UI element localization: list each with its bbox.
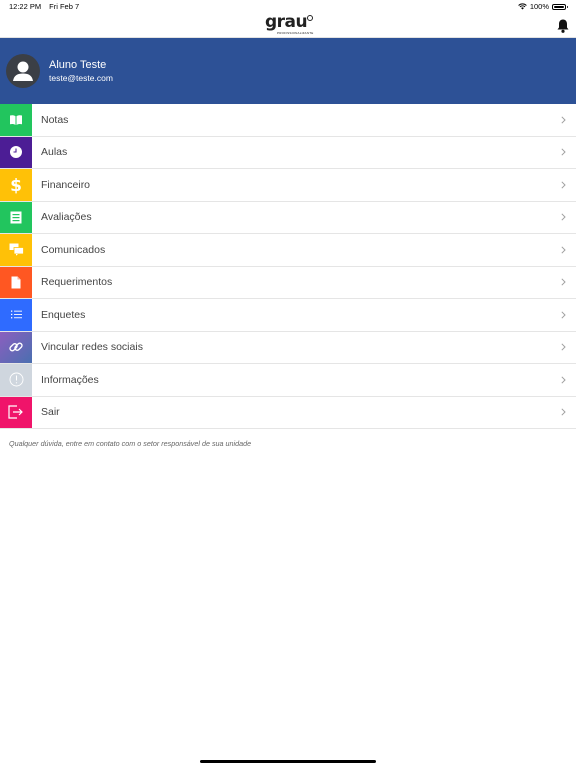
menu-item-sair[interactable]: Sair bbox=[0, 396, 576, 429]
menu-icon-bg bbox=[0, 136, 32, 168]
chevron-right-icon bbox=[561, 116, 566, 124]
menu-icon-bg bbox=[0, 299, 32, 331]
menu-label: Financeiro bbox=[41, 178, 91, 191]
chevron-right-icon bbox=[561, 343, 566, 351]
battery-icon bbox=[552, 3, 568, 10]
logo-text: grau bbox=[265, 12, 308, 32]
menu-item-enquetes[interactable]: Enquetes bbox=[0, 299, 576, 332]
menu-label: Enquetes bbox=[41, 308, 86, 321]
chevron-right-icon bbox=[561, 213, 566, 221]
menu-icon-bg bbox=[0, 396, 32, 428]
chat-icon bbox=[9, 243, 24, 257]
menu-label: Aulas bbox=[41, 146, 68, 159]
menu-item-informacoes[interactable]: Informações bbox=[0, 364, 576, 397]
menu-icon-bg bbox=[0, 234, 32, 266]
chevron-right-icon bbox=[561, 311, 566, 319]
status-date: Fri Feb 7 bbox=[49, 2, 80, 11]
status-time: 12:22 PM bbox=[9, 2, 42, 11]
battery-percent: 100% bbox=[529, 2, 549, 11]
chevron-right-icon bbox=[561, 408, 566, 416]
menu-item-comunicados[interactable]: Comunicados bbox=[0, 234, 576, 267]
menu-label: Requerimentos bbox=[41, 276, 113, 289]
menu-icon-bg bbox=[0, 331, 32, 363]
menu-icon-bg bbox=[0, 104, 32, 136]
user-icon bbox=[13, 61, 33, 81]
dollar-icon: $ bbox=[10, 176, 22, 194]
logo-subtext: PROFISSIONALIZANTE bbox=[277, 31, 314, 35]
nav-bar: grau PROFISSIONALIZANTE bbox=[0, 14, 576, 38]
battery-fill bbox=[554, 5, 564, 8]
menu-label: Vincular redes sociais bbox=[41, 341, 143, 354]
bell-icon[interactable] bbox=[556, 18, 570, 34]
app-logo: grau PROFISSIONALIZANTE bbox=[265, 14, 315, 36]
menu-item-financeiro[interactable]: $ Financeiro bbox=[0, 169, 576, 202]
svg-text:$: $ bbox=[10, 176, 22, 194]
poll-icon bbox=[10, 310, 22, 319]
menu-item-notas[interactable]: Notas bbox=[0, 104, 576, 137]
menu-icon-bg: $ bbox=[0, 169, 32, 201]
profile-email: teste@teste.com bbox=[49, 73, 113, 83]
menu-label: Sair bbox=[41, 406, 60, 419]
menu-item-requerimentos[interactable]: Requerimentos bbox=[0, 266, 576, 299]
menu-item-avaliacoes[interactable]: Avaliações bbox=[0, 201, 576, 234]
menu-item-aulas[interactable]: Aulas bbox=[0, 136, 576, 169]
home-indicator[interactable] bbox=[200, 760, 376, 763]
clock-icon bbox=[10, 146, 22, 159]
chevron-right-icon bbox=[561, 376, 566, 384]
avatar[interactable] bbox=[6, 54, 40, 88]
menu-item-vincular-redes-sociais[interactable]: Vincular redes sociais bbox=[0, 331, 576, 364]
logout-icon bbox=[8, 405, 23, 419]
menu-label: Notas bbox=[41, 113, 69, 126]
profile-name: Aluno Teste bbox=[49, 59, 107, 71]
menu-icon-bg bbox=[0, 364, 32, 396]
info-icon bbox=[9, 372, 23, 387]
book-icon bbox=[10, 114, 22, 125]
chevron-right-icon bbox=[561, 278, 566, 286]
link-icon bbox=[9, 342, 23, 352]
chevron-right-icon bbox=[561, 181, 566, 189]
footer-note: Qualquer dúvida, entre em contato com o … bbox=[9, 439, 252, 448]
profile-header[interactable]: Aluno Teste teste@teste.com bbox=[0, 38, 576, 104]
logo-mark-icon bbox=[307, 15, 313, 21]
document-icon bbox=[11, 276, 21, 289]
wifi-icon bbox=[518, 3, 527, 10]
list-icon bbox=[10, 211, 22, 224]
menu-list: Notas Aulas $ Financeiro Avaliações Comu… bbox=[0, 104, 576, 429]
menu-label: Avaliações bbox=[41, 211, 92, 224]
menu-icon-bg bbox=[0, 266, 32, 298]
menu-icon-bg bbox=[0, 201, 32, 233]
menu-label: Comunicados bbox=[41, 243, 106, 256]
chevron-right-icon bbox=[561, 246, 566, 254]
menu-label: Informações bbox=[41, 373, 99, 386]
chevron-right-icon bbox=[561, 148, 566, 156]
